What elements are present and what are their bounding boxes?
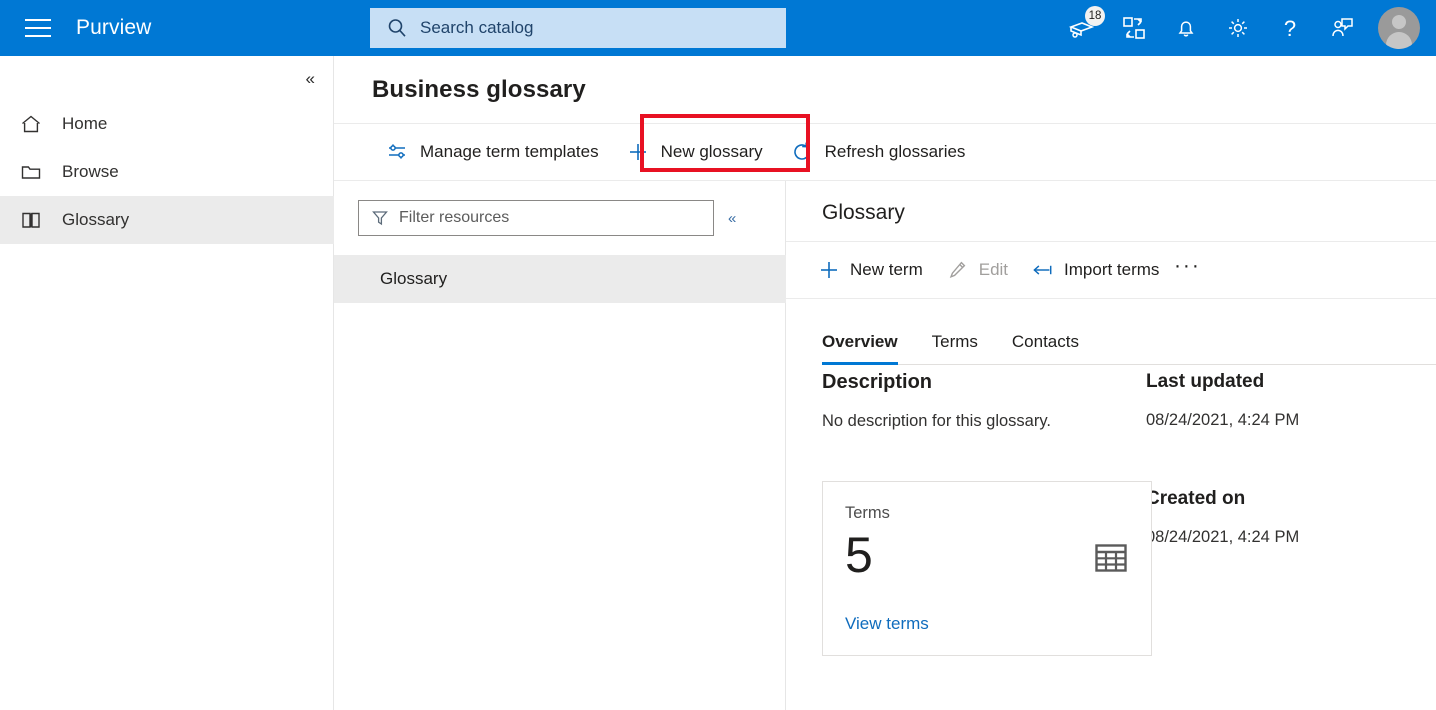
tab-overview[interactable]: Overview [822,332,910,364]
collapse-nav-button[interactable]: « [302,66,319,91]
detail-command-bar: New term Edit [786,241,1436,299]
global-header: Purview Search catalog 18 [0,0,1436,56]
detail-tabs: Overview Terms Contacts [822,309,1436,365]
filter-row: Filter resources « [334,181,786,255]
glossary-list: Glossary [334,255,786,303]
table-grid-icon [1095,544,1127,577]
tab-contacts[interactable]: Contacts [1012,332,1091,364]
sidebar-item-glossary[interactable]: Glossary [0,196,334,244]
tab-label: Contacts [1012,332,1079,351]
hamburger-line [25,27,51,29]
detail-title: Glossary [822,201,905,225]
last-updated-label: Last updated [1146,371,1426,393]
sliders-icon [386,141,408,163]
view-terms-link[interactable]: View terms [845,614,929,634]
switch-view-icon[interactable] [1113,7,1155,49]
pencil-icon [947,259,969,281]
filter-funnel-icon [371,209,389,227]
glossary-list-pane: Filter resources « Glossary [334,181,786,710]
tab-label: Overview [822,332,898,351]
new-glossary-button[interactable]: New glossary [613,123,777,181]
feedback-person-icon[interactable] [1321,7,1363,49]
app-brand-title: Purview [76,16,151,40]
command-label: Import terms [1064,260,1159,280]
terms-count-card: Terms 5 View terms [822,481,1152,656]
search-icon [386,17,408,39]
nav-item-list: Home Browse Glossary [0,100,334,244]
terms-card-label: Terms [845,504,890,523]
terms-card-count: 5 [845,530,873,580]
avatar-body [1386,32,1412,49]
description-value: No description for this glossary. [822,408,1152,435]
avatar-head [1392,15,1406,29]
page-title: Business glossary [372,76,586,104]
main-content: Business glossary Manage term templates [334,56,1436,710]
settings-gear-icon[interactable] [1217,7,1259,49]
refresh-icon [791,141,813,163]
global-nav-menu-button[interactable] [14,0,62,56]
sidebar-item-browse[interactable]: Browse [0,148,334,196]
left-navigation: « Home Browse [0,56,334,710]
new-term-button[interactable]: New term [806,241,935,299]
refresh-glossaries-button[interactable]: Refresh glossaries [777,123,980,181]
manage-term-templates-button[interactable]: Manage term templates [372,123,613,181]
tab-label: Terms [932,332,978,351]
data-map-badge-count: 18 [1085,6,1105,26]
overview-left-column: Description No description for this glos… [822,371,1152,435]
sidebar-item-home[interactable]: Home [0,100,334,148]
command-label: Edit [979,260,1008,280]
overview-panel: Description No description for this glos… [786,371,1436,710]
command-label: New term [850,260,923,280]
created-on-block: Created on 08/24/2021, 4:24 PM [1146,488,1426,551]
edit-button[interactable]: Edit [935,241,1020,299]
tab-terms[interactable]: Terms [932,332,990,364]
created-on-label: Created on [1146,488,1426,510]
overview-right-column: Last updated 08/24/2021, 4:24 PM Created… [1146,371,1426,551]
sidebar-item-label: Home [62,114,107,134]
created-on-value: 08/24/2021, 4:24 PM [1146,524,1426,551]
glossary-command-bar: Manage term templates New glossary Refre… [334,123,1436,181]
home-icon [20,113,48,135]
sidebar-item-label: Browse [62,162,119,182]
plus-icon [627,141,649,163]
search-catalog-input[interactable]: Search catalog [370,8,786,48]
filter-resources-input[interactable]: Filter resources [358,200,714,236]
collapse-list-pane-button[interactable]: « [728,211,736,226]
data-map-icon[interactable]: 18 [1061,7,1103,49]
import-arrow-icon [1032,259,1054,281]
sidebar-item-label: Glossary [62,210,129,230]
help-question-icon[interactable]: ? [1269,7,1311,49]
hamburger-line [25,35,51,37]
book-icon [20,209,48,231]
glossary-detail-pane: Glossary New term Edit [786,181,1436,710]
last-updated-value: 08/24/2021, 4:24 PM [1146,407,1426,434]
notifications-bell-icon[interactable] [1165,7,1207,49]
folder-icon [20,161,48,183]
list-item-label: Glossary [380,269,447,289]
command-label: Manage term templates [420,142,599,162]
header-icon-group: 18 [1056,0,1426,56]
filter-placeholder: Filter resources [399,209,509,227]
hamburger-line [25,19,51,21]
command-label: Refresh glossaries [825,142,966,162]
account-avatar[interactable] [1378,7,1420,49]
more-options-button[interactable]: ··· [1171,241,1203,299]
svg-text:?: ? [1284,16,1296,41]
last-updated-block: Last updated 08/24/2021, 4:24 PM [1146,371,1426,434]
command-label: New glossary [661,142,763,162]
description-label: Description [822,371,1152,394]
plus-icon [818,259,840,281]
search-placeholder: Search catalog [420,18,533,38]
import-terms-button[interactable]: Import terms [1020,241,1171,299]
list-item[interactable]: Glossary [334,255,786,303]
